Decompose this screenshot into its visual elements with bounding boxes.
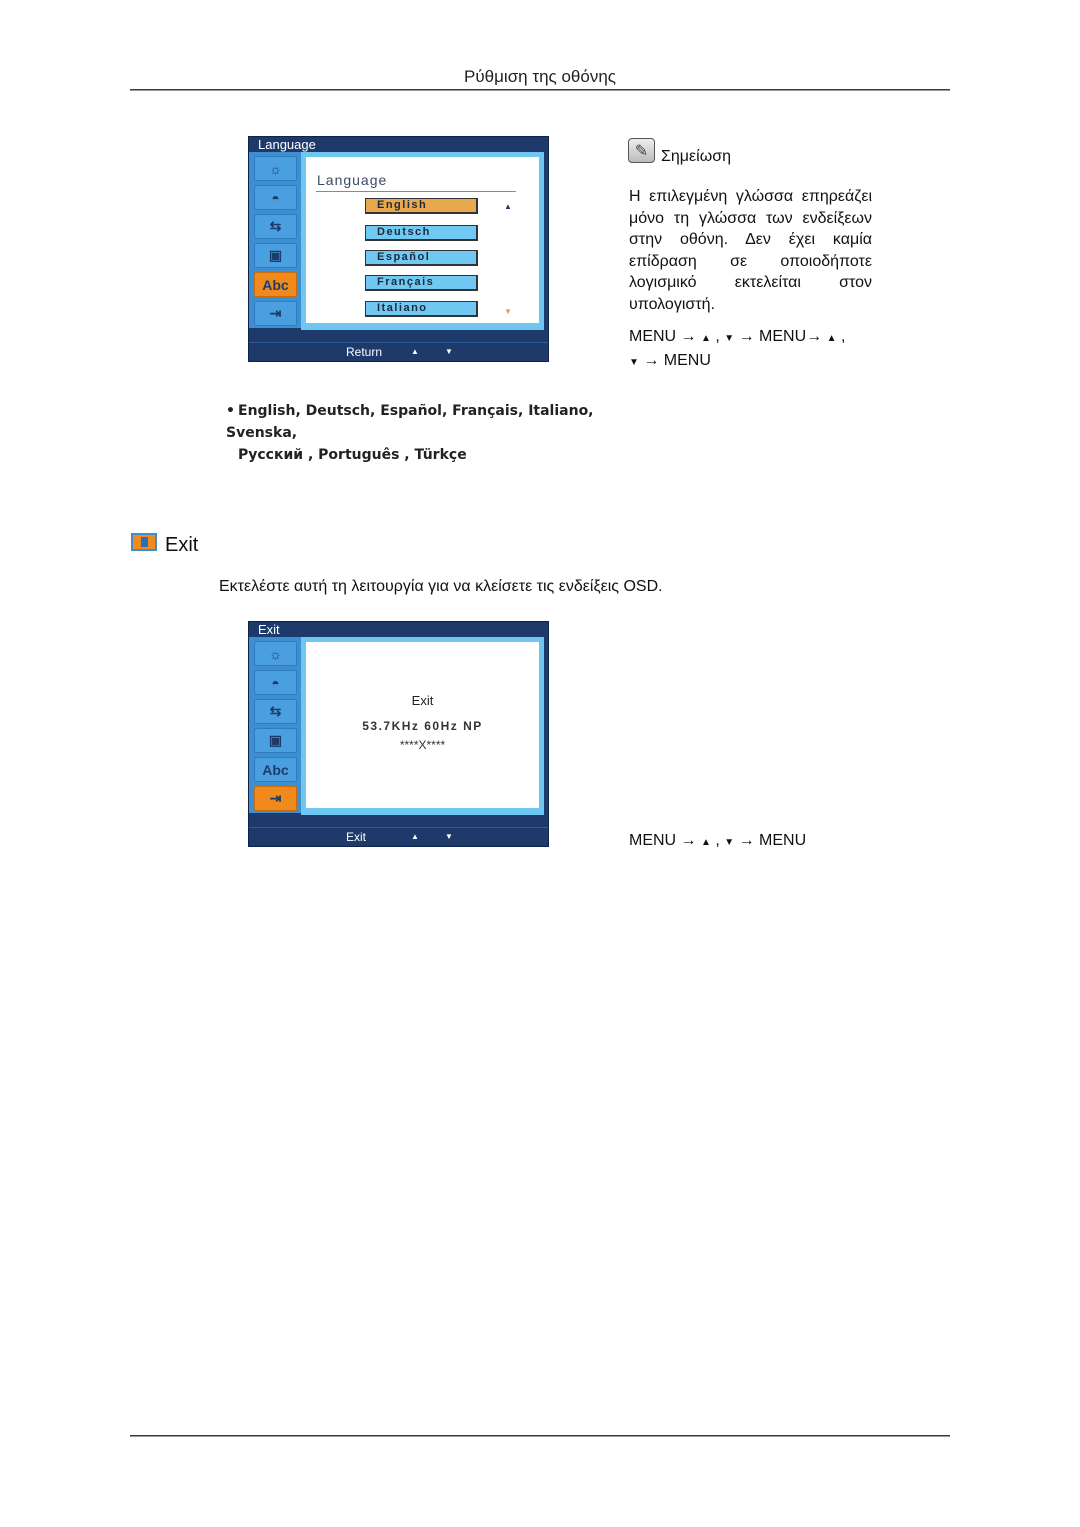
language-option-english[interactable]: English bbox=[365, 198, 478, 214]
resolution-readout: ****X**** bbox=[399, 738, 446, 752]
menu-seq-text: , bbox=[836, 328, 846, 345]
note-pencil-icon: ✎ bbox=[628, 138, 655, 163]
color-icon[interactable]: ◓ bbox=[254, 670, 297, 695]
osd-sidebar: ☼ ◓ ⇆ ▣ Abc ⇥ bbox=[249, 152, 301, 328]
footer-divider bbox=[130, 1435, 950, 1437]
up-arrow-icon: ▲ bbox=[411, 347, 419, 356]
down-arrow-icon: ▼ bbox=[445, 832, 453, 841]
header-divider bbox=[130, 89, 950, 91]
note-body: Η επιλεγμένη γλώσσα επηρεάζει μόνο τη γλ… bbox=[629, 188, 872, 313]
menu-seq-text: , bbox=[710, 832, 725, 849]
osd-footer: Return ▲ ▼ bbox=[249, 342, 548, 361]
exit-icon[interactable]: ⇥ bbox=[254, 301, 297, 326]
up-triangle-icon: ▲ bbox=[701, 837, 711, 848]
exit-description: Εκτελέστε αυτή τη λειτουργία για να κλεί… bbox=[219, 578, 663, 595]
up-arrow-icon: ▲ bbox=[411, 832, 419, 841]
page-header-title: Ρύθμιση της οθόνης bbox=[464, 67, 616, 86]
exit-icon[interactable]: ⇥ bbox=[254, 786, 297, 811]
language-option-francais[interactable]: Français bbox=[365, 275, 478, 291]
menu-sequence-exit: MENU → ▲ , ▼ → MENU bbox=[629, 830, 806, 854]
languages-line-1: English, Deutsch, Español, Français, Ita… bbox=[226, 403, 594, 441]
language-abc-icon[interactable]: Abc bbox=[254, 757, 297, 782]
language-abc-icon[interactable]: Abc bbox=[254, 272, 297, 297]
frequency-readout: 53.7KHz 60Hz NP bbox=[362, 719, 483, 733]
color-icon[interactable]: ◓ bbox=[254, 185, 297, 210]
up-triangle-icon: ▲ bbox=[701, 333, 711, 344]
up-triangle-icon: ▲ bbox=[826, 333, 837, 344]
menu-sequence-language: MENU → ▲ , ▼ → MENU→ ▲ , ▼ → MENU bbox=[629, 326, 879, 374]
menu-seq-text: → MENU bbox=[734, 832, 807, 849]
exit-section-title: Exit bbox=[165, 534, 199, 556]
osd-icon[interactable]: ▣ bbox=[254, 728, 297, 753]
osd-content: Language English Deutsch Español Françai… bbox=[306, 157, 539, 323]
supported-languages-list: • English, Deutsch, Español, Français, It… bbox=[226, 400, 666, 466]
down-triangle-icon: ▼ bbox=[724, 333, 735, 344]
image-setup-icon[interactable]: ⇆ bbox=[254, 699, 297, 724]
language-option-espanol[interactable]: Español bbox=[365, 250, 478, 266]
down-triangle-icon: ▼ bbox=[629, 357, 639, 368]
menu-seq-text: → MENU→ bbox=[734, 328, 827, 345]
exit-label: Exit bbox=[411, 693, 434, 708]
language-heading: Language bbox=[317, 172, 388, 188]
scroll-down-icon[interactable]: ▼ bbox=[504, 307, 512, 316]
osd-content-frame: Language English Deutsch Español Françai… bbox=[301, 152, 544, 330]
osd-content: Exit 53.7KHz 60Hz NP ****X**** bbox=[306, 642, 539, 808]
down-arrow-icon: ▼ bbox=[445, 347, 453, 356]
menu-seq-text: → MENU bbox=[638, 352, 711, 369]
menu-seq-text: MENU → bbox=[629, 328, 701, 345]
osd-icon[interactable]: ▣ bbox=[254, 243, 297, 268]
osd-content-frame: Exit 53.7KHz 60Hz NP ****X**** bbox=[301, 637, 544, 815]
osd-window-title: Language bbox=[258, 137, 316, 152]
scroll-up-icon[interactable]: ▲ bbox=[504, 202, 512, 211]
osd-footer: Exit ▲ ▼ bbox=[249, 827, 548, 846]
menu-seq-text: , bbox=[710, 328, 725, 345]
menu-seq-text: MENU → bbox=[629, 832, 701, 849]
brightness-icon[interactable]: ☼ bbox=[254, 156, 297, 181]
osd-window-title: Exit bbox=[258, 622, 280, 637]
footer-return-label: Return bbox=[346, 345, 383, 359]
language-option-italiano[interactable]: Italiano bbox=[365, 301, 478, 317]
footer-exit-label: Exit bbox=[346, 830, 367, 844]
note-title: Σημείωση bbox=[661, 148, 731, 165]
osd-sidebar: ☼ ◓ ⇆ ▣ Abc ⇥ bbox=[249, 637, 301, 813]
language-option-deutsch[interactable]: Deutsch bbox=[365, 225, 478, 241]
heading-underline bbox=[316, 191, 516, 192]
brightness-icon[interactable]: ☼ bbox=[254, 641, 297, 666]
down-triangle-icon: ▼ bbox=[724, 837, 735, 848]
image-setup-icon[interactable]: ⇆ bbox=[254, 214, 297, 239]
exit-section-icon bbox=[131, 533, 157, 551]
bullet: • bbox=[226, 403, 235, 419]
languages-line-2: Русский , Português , Türkçe bbox=[238, 447, 467, 463]
osd-exit-window: Exit ☼ ◓ ⇆ ▣ Abc ⇥ Exit 53.7KHz 60Hz NP … bbox=[248, 621, 549, 847]
osd-language-window: Language ☼ ◓ ⇆ ▣ Abc ⇥ Language English … bbox=[248, 136, 549, 362]
